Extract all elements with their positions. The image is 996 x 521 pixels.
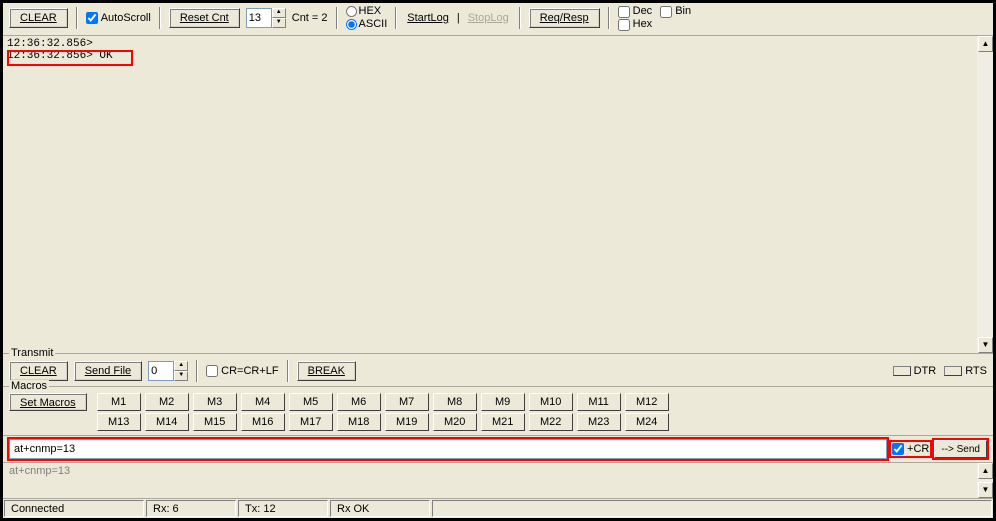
reset-cnt-button[interactable]: Reset Cnt (169, 8, 240, 28)
stoplog-link: StopLog (466, 12, 511, 24)
transmit-clear-button[interactable]: CLEAR (9, 361, 68, 381)
cnt-label: Cnt = 2 (292, 12, 328, 24)
log-scrollbar[interactable]: ▲ ▼ (977, 463, 993, 498)
macro-m13-button[interactable]: M13 (97, 413, 141, 431)
macro-m8-button[interactable]: M8 (433, 393, 477, 411)
receive-text[interactable]: 12:36:32.856> 12:36:32.856> OK (3, 36, 977, 353)
scroll-up-icon[interactable]: ▲ (978, 463, 993, 479)
log-text[interactable]: at+cnmp=13 (3, 463, 977, 498)
transmit-spin-input[interactable] (148, 361, 174, 381)
receive-toolbar: CLEAR AutoScroll Reset Cnt ▲ ▼ Cnt = 2 H… (3, 3, 993, 36)
crlf-checkbox[interactable]: CR=CR+LF (206, 365, 278, 377)
scroll-down-icon[interactable]: ▼ (978, 482, 993, 498)
macro-m24-button[interactable]: M24 (625, 413, 669, 431)
spin-down-icon[interactable]: ▼ (174, 371, 188, 381)
autoscroll-input[interactable] (86, 12, 98, 24)
status-tx: Tx: 12 (238, 500, 328, 517)
status-empty (432, 500, 992, 517)
status-rxok: Rx OK (330, 500, 430, 517)
separator (336, 7, 338, 29)
send-file-button[interactable]: Send File (74, 361, 142, 381)
separator (519, 7, 521, 29)
macro-m5-button[interactable]: M5 (289, 393, 333, 411)
dtr-indicator[interactable]: DTR (893, 365, 937, 377)
clear-button[interactable]: CLEAR (9, 8, 68, 28)
set-macros-button[interactable]: Set Macros (9, 393, 87, 411)
cr-checkbox[interactable]: +CR (891, 442, 930, 456)
macro-m9-button[interactable]: M9 (481, 393, 525, 411)
separator (76, 7, 78, 29)
ascii-radio[interactable]: ASCII (346, 18, 388, 31)
autoscroll-label: AutoScroll (101, 12, 151, 24)
spin-up-icon[interactable]: ▲ (272, 8, 286, 18)
transmit-group: Transmit CLEAR Send File ▲ ▼ CR=CR+LF BR… (3, 353, 993, 386)
receive-line: 12:36:32.856> (7, 38, 93, 50)
bin-checkbox[interactable]: Bin (660, 5, 691, 18)
scroll-track[interactable] (978, 52, 993, 337)
dec-checkbox[interactable]: Dec (618, 5, 653, 18)
macro-m12-button[interactable]: M12 (625, 393, 669, 411)
scroll-up-icon[interactable]: ▲ (978, 36, 993, 52)
separator (287, 360, 289, 382)
scroll-down-icon[interactable]: ▼ (978, 337, 993, 353)
command-input[interactable] (9, 439, 887, 459)
macro-m11-button[interactable]: M11 (577, 393, 621, 411)
cnt-spin-input[interactable] (246, 8, 272, 28)
hex-checkbox[interactable]: Hex (618, 18, 691, 31)
macro-m15-button[interactable]: M15 (193, 413, 237, 431)
macro-m21-button[interactable]: M21 (481, 413, 525, 431)
macro-m18-button[interactable]: M18 (337, 413, 381, 431)
spin-down-icon[interactable]: ▼ (272, 18, 286, 28)
status-connected: Connected (4, 500, 144, 517)
macro-m16-button[interactable]: M16 (241, 413, 285, 431)
macro-m10-button[interactable]: M10 (529, 393, 573, 411)
status-rx: Rx: 6 (146, 500, 236, 517)
break-button[interactable]: BREAK (297, 361, 356, 381)
format-radio-group: HEX ASCII (346, 5, 388, 31)
macro-m6-button[interactable]: M6 (337, 393, 381, 411)
receive-area: 12:36:32.856> 12:36:32.856> OK ▲ ▼ (3, 36, 993, 353)
command-row: +CR --> Send (3, 435, 993, 462)
separator (196, 360, 198, 382)
autoscroll-checkbox[interactable]: AutoScroll (86, 12, 151, 24)
separator (608, 7, 610, 29)
numformat-checks: Dec Bin Hex (618, 5, 691, 31)
macro-button-grid: M1M2M3M4M5M6M7M8M9M10M11M12 M13M14M15M16… (97, 393, 669, 431)
log-separator: | (457, 12, 460, 24)
macro-m2-button[interactable]: M2 (145, 393, 189, 411)
log-area: at+cnmp=13 ▲ ▼ (3, 462, 993, 498)
macro-m17-button[interactable]: M17 (289, 413, 333, 431)
macro-m19-button[interactable]: M19 (385, 413, 429, 431)
status-bar: Connected Rx: 6 Tx: 12 Rx OK (3, 498, 993, 518)
rts-indicator[interactable]: RTS (944, 365, 987, 377)
send-button[interactable]: --> Send (934, 440, 987, 458)
reqresp-button[interactable]: Req/Resp (529, 8, 600, 28)
hex-radio[interactable]: HEX (346, 5, 388, 18)
spin-up-icon[interactable]: ▲ (174, 361, 188, 371)
startlog-link[interactable]: StartLog (405, 12, 451, 24)
macros-group: Macros Set Macros M1M2M3M4M5M6M7M8M9M10M… (3, 386, 993, 435)
macro-m3-button[interactable]: M3 (193, 393, 237, 411)
separator (159, 7, 161, 29)
macro-m7-button[interactable]: M7 (385, 393, 429, 411)
macro-m14-button[interactable]: M14 (145, 413, 189, 431)
app-window: CLEAR AutoScroll Reset Cnt ▲ ▼ Cnt = 2 H… (0, 0, 996, 521)
receive-line-ok: 12:36:32.856> OK (7, 50, 113, 62)
macro-m23-button[interactable]: M23 (577, 413, 621, 431)
receive-scrollbar[interactable]: ▲ ▼ (977, 36, 993, 353)
transmit-legend: Transmit (9, 347, 55, 359)
transmit-spinner[interactable]: ▲ ▼ (148, 361, 188, 381)
cnt-spinner[interactable]: ▲ ▼ (246, 8, 286, 28)
macro-m4-button[interactable]: M4 (241, 393, 285, 411)
macro-m1-button[interactable]: M1 (97, 393, 141, 411)
separator (395, 7, 397, 29)
macros-legend: Macros (9, 380, 49, 392)
macro-m22-button[interactable]: M22 (529, 413, 573, 431)
macro-m20-button[interactable]: M20 (433, 413, 477, 431)
